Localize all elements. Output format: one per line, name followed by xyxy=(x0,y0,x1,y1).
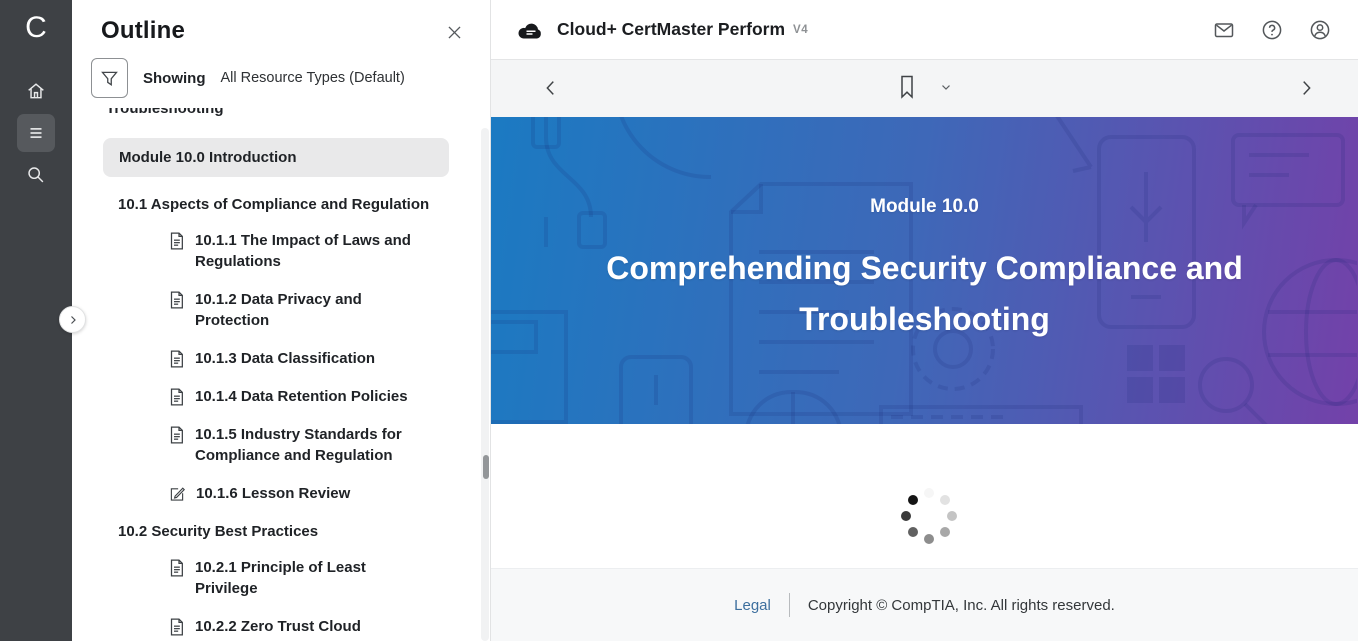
next-page-button[interactable] xyxy=(1295,77,1317,99)
account-icon[interactable] xyxy=(1308,18,1332,42)
course-menu-button[interactable] xyxy=(17,114,55,152)
bookmark-icon[interactable] xyxy=(897,74,917,100)
document-icon xyxy=(168,617,185,637)
outline-item[interactable]: 10.2.1 Principle of Least Privilege xyxy=(168,557,490,599)
bookmark-controls xyxy=(897,74,953,100)
content-area xyxy=(491,424,1358,568)
chevron-down-icon[interactable] xyxy=(939,80,953,94)
home-button[interactable] xyxy=(17,72,55,110)
search-icon xyxy=(25,164,47,186)
outline-item[interactable]: 10.1.3 Data Classification xyxy=(168,348,490,369)
outline-item-clipped[interactable]: Troubleshooting xyxy=(103,108,490,120)
rail-nav xyxy=(0,72,72,194)
legal-link[interactable]: Legal xyxy=(734,597,771,614)
filter-value: All Resource Types (Default) xyxy=(221,70,405,86)
filter-funnel-icon xyxy=(99,68,120,89)
previous-page-button[interactable] xyxy=(540,77,562,99)
cloud-logo-icon xyxy=(517,19,545,41)
outline-item[interactable]: 10.1.2 Data Privacy and Protection xyxy=(168,289,490,331)
main-area: Cloud+ CertMaster Perform V4 xyxy=(491,0,1358,641)
edit-icon xyxy=(168,484,186,504)
outline-section[interactable]: 10.2 Security Best Practices xyxy=(103,523,490,540)
module-number: Module 10.0 xyxy=(870,196,979,218)
outline-item[interactable]: 10.1.1 The Impact of Laws and Regulation… xyxy=(168,230,490,272)
search-button[interactable] xyxy=(17,156,55,194)
expand-panel-button[interactable] xyxy=(59,306,86,333)
comptia-logo[interactable]: C xyxy=(0,0,72,56)
outline-list: Troubleshooting Module 10.0 Introduction… xyxy=(72,108,490,641)
header-actions xyxy=(1212,18,1332,42)
document-icon xyxy=(168,558,185,578)
filter-label: Showing xyxy=(143,70,206,87)
outline-item[interactable]: 10.2.2 Zero Trust Cloud Security xyxy=(168,616,490,641)
outline-title: Outline xyxy=(101,17,185,45)
main-header: Cloud+ CertMaster Perform V4 xyxy=(491,0,1358,60)
outline-section[interactable]: 10.1 Aspects of Compliance and Regulatio… xyxy=(103,196,490,213)
menu-icon xyxy=(25,122,47,144)
page-footer: Legal Copyright © CompTIA, Inc. All righ… xyxy=(491,568,1358,641)
home-icon xyxy=(25,80,47,102)
mail-icon[interactable] xyxy=(1212,18,1236,42)
outline-item[interactable]: 10.1.5 Industry Standards for Compliance… xyxy=(168,424,490,466)
help-icon[interactable] xyxy=(1260,18,1284,42)
module-banner: Module 10.0 Comprehending Security Compl… xyxy=(491,117,1358,424)
document-icon xyxy=(168,290,185,310)
outline-item[interactable]: 10.1.6 Lesson Review xyxy=(168,483,490,504)
lesson-toolbar xyxy=(491,60,1358,117)
outline-scrollbar-thumb[interactable] xyxy=(483,455,489,479)
module-title: Comprehending Security Compliance and Tr… xyxy=(575,243,1275,345)
document-icon xyxy=(168,387,185,407)
close-icon[interactable] xyxy=(445,23,464,42)
outline-item-selected[interactable]: Module 10.0 Introduction xyxy=(103,138,449,177)
outline-panel: Outline Showing All Resource Types (Defa… xyxy=(72,0,491,641)
filter-button[interactable] xyxy=(91,58,128,98)
outline-header: Outline xyxy=(72,0,490,51)
document-icon xyxy=(168,425,185,445)
document-icon xyxy=(168,349,185,369)
outline-item[interactable]: 10.1.4 Data Retention Policies xyxy=(168,386,490,407)
chevron-right-icon xyxy=(67,314,79,326)
footer-divider xyxy=(789,593,790,617)
app-window: C Outline xyxy=(0,0,1358,641)
outline-scrollbar-track[interactable] xyxy=(481,128,489,641)
copyright-text: Copyright © CompTIA, Inc. All rights res… xyxy=(808,597,1115,614)
product-version: V4 xyxy=(793,24,808,36)
product-title: Cloud+ CertMaster Perform xyxy=(557,19,785,40)
loading-spinner xyxy=(899,486,959,546)
document-icon xyxy=(168,231,185,251)
filter-row: Showing All Resource Types (Default) xyxy=(72,51,490,108)
